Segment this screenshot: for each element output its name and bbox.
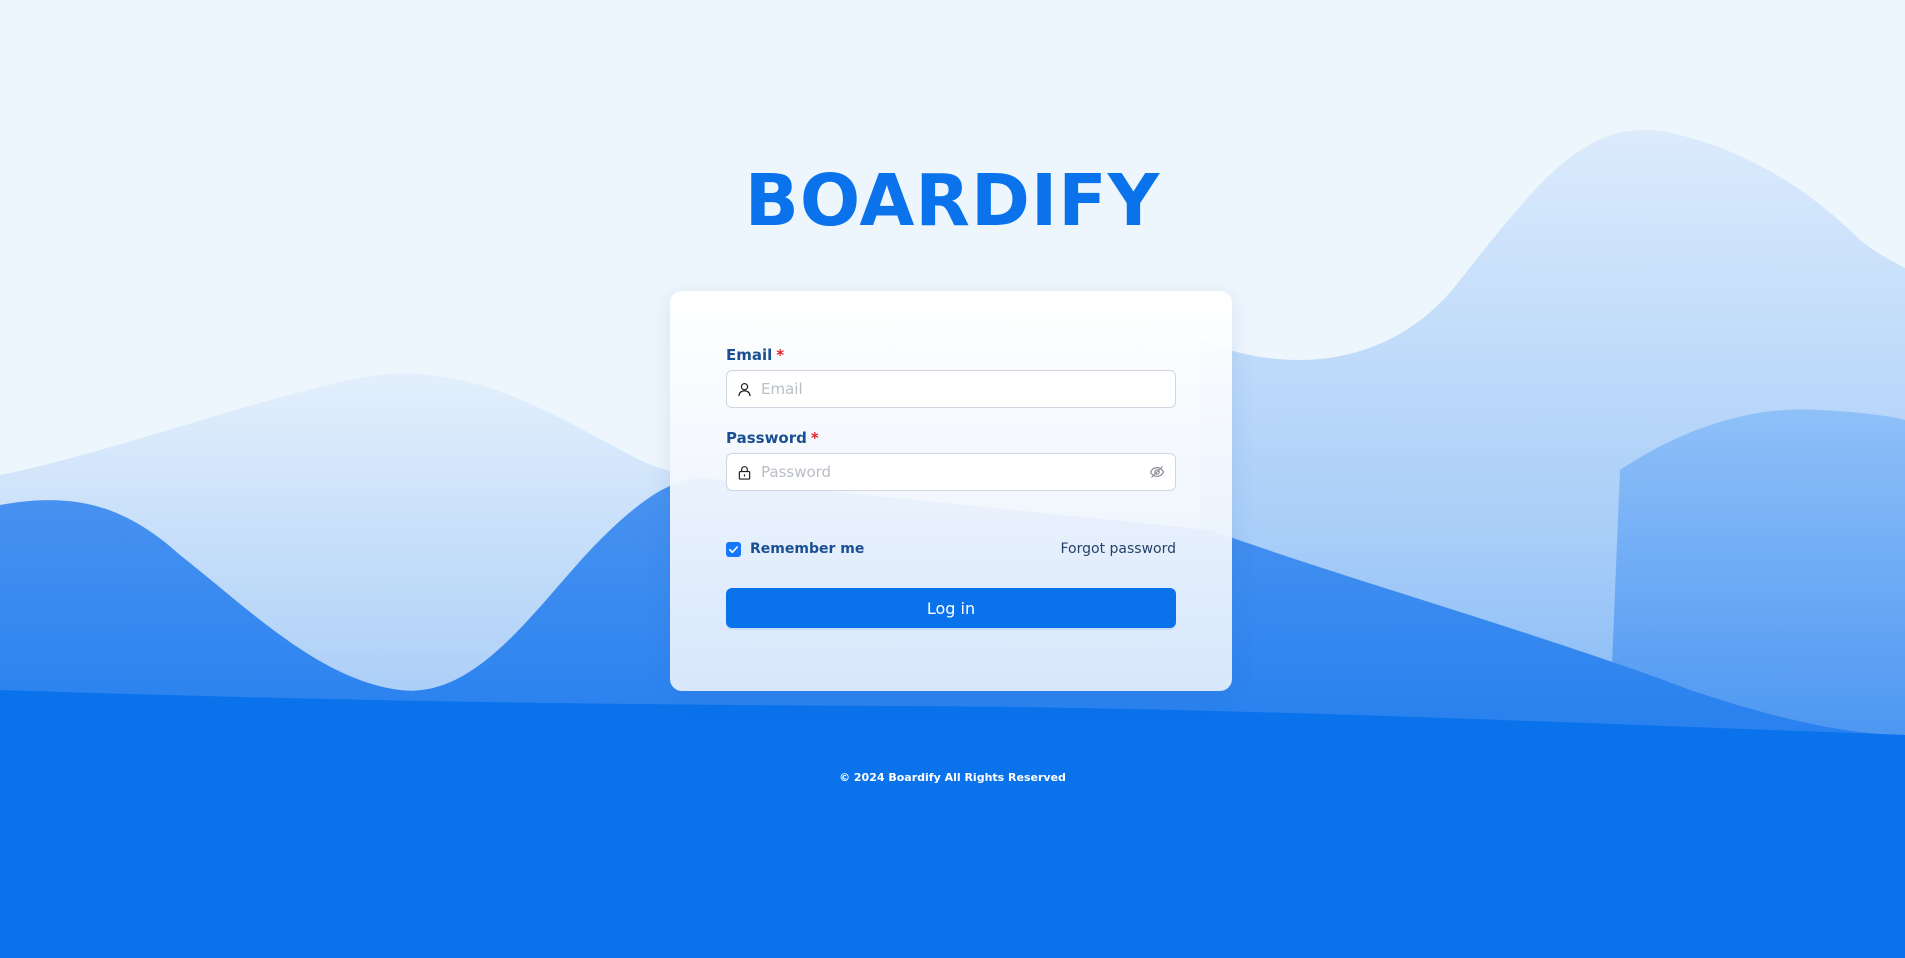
eye-invisible-icon [1149,466,1165,478]
remember-me-label: Remember me [750,541,865,557]
password-required-mark: * [810,429,819,447]
password-input[interactable] [759,456,1149,488]
options-row: Remember me Forgot password [726,539,1176,559]
login-card: Email* Password* [670,291,1232,691]
login-page: BOARDIFY Email* Password* [0,0,1905,958]
password-label: Password * [726,428,1176,448]
login-button[interactable]: Log in [726,588,1176,628]
email-input[interactable] [759,373,1165,405]
remember-me-checkbox[interactable]: Remember me [726,541,864,557]
lock-icon [738,465,751,480]
email-label-text: Email [726,346,773,364]
forgot-password-link[interactable]: Forgot password [1061,541,1177,557]
password-visibility-toggle[interactable] [1149,464,1165,480]
email-required-mark: * [776,346,785,364]
password-field-wrapper[interactable] [726,453,1176,491]
password-label-text: Password [726,429,807,447]
footer-copyright: © 2024 Boardify All Rights Reserved [839,771,1066,784]
brand-logo: BOARDIFY [744,159,1161,242]
email-label: Email * [726,345,1176,365]
checkbox-checked-icon[interactable] [726,541,741,557]
email-field-wrapper[interactable] [726,370,1176,408]
user-icon [738,382,751,396]
